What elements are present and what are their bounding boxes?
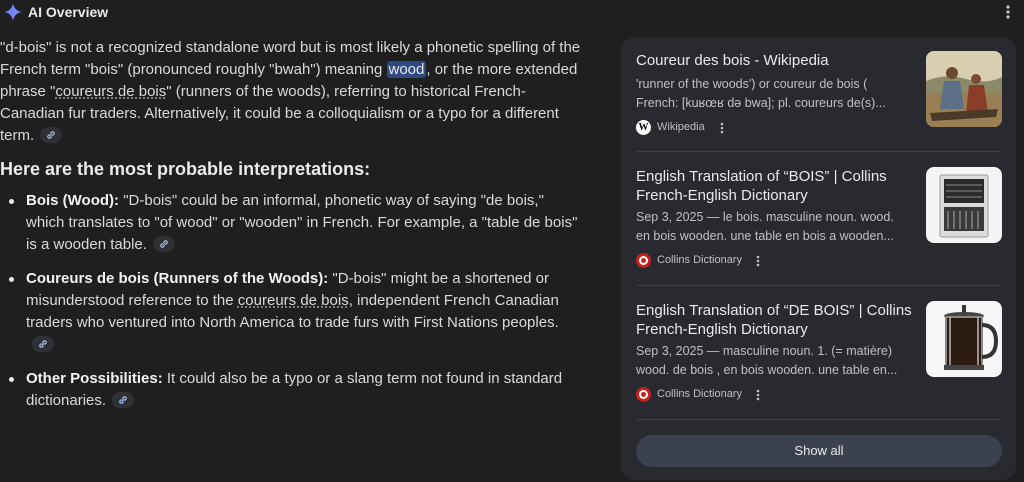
divider bbox=[636, 151, 1001, 152]
source-card-wikipedia[interactable]: Coureur des bois - Wikipedia 'runner of … bbox=[636, 51, 1002, 149]
collins-favicon-icon bbox=[636, 387, 651, 402]
coureurs-de-bois-link[interactable]: coureurs de bois bbox=[55, 83, 166, 100]
bullet bbox=[9, 277, 14, 282]
wikipedia-favicon-icon: W bbox=[636, 120, 651, 135]
source-site: Collins Dictionary bbox=[636, 253, 776, 269]
sparkle-icon bbox=[4, 3, 22, 21]
highlighted-term[interactable]: wood bbox=[386, 61, 427, 78]
site-name: Wikipedia bbox=[657, 121, 705, 133]
ai-answer: "d-bois" is not a recognized standalone … bbox=[0, 37, 600, 424]
sources-panel: Coureur des bois - Wikipedia 'runner of … bbox=[621, 37, 1016, 480]
snippet-line: Sep 3, 2025 — le bois. masculine noun. w… bbox=[636, 210, 894, 224]
item-heading: Bois (Wood): bbox=[26, 192, 120, 209]
list-item: Other Possibilities: It could also be a … bbox=[0, 368, 600, 412]
source-site: W Wikipedia bbox=[636, 120, 756, 136]
link-icon bbox=[47, 131, 55, 139]
snippet-line: 'runner of the woods') or coureur de boi… bbox=[636, 77, 868, 91]
snippet-line: wood. de bois , en bois wooden. une tabl… bbox=[636, 363, 898, 377]
source-site: Collins Dictionary bbox=[636, 387, 776, 403]
source-title[interactable]: English Translation of “DE BOIS” | Colli… bbox=[636, 301, 916, 339]
item-heading: Other Possibilities: bbox=[26, 370, 163, 387]
coureurs-de-bois-link[interactable]: coureurs de bois bbox=[238, 292, 349, 309]
source-snippet: Sep 3, 2025 — le bois. masculine noun. w… bbox=[636, 208, 916, 246]
site-name: Collins Dictionary bbox=[657, 254, 742, 266]
more-vert-icon[interactable] bbox=[1000, 3, 1016, 21]
source-snippet: Sep 3, 2025 — masculine noun. 1. (= mati… bbox=[636, 342, 916, 380]
dish-rack-thumbnail[interactable] bbox=[926, 167, 1002, 243]
snippet-line: en bois wooden. une table en bois a wood… bbox=[636, 229, 894, 243]
source-title[interactable]: Coureur des bois - Wikipedia bbox=[636, 51, 916, 70]
bullet bbox=[9, 377, 14, 382]
ai-overview-title: AI Overview bbox=[28, 4, 109, 20]
french-press-thumbnail[interactable] bbox=[926, 301, 1002, 377]
divider bbox=[636, 285, 1001, 286]
source-link-chip[interactable] bbox=[40, 127, 63, 144]
snippet-line: French: [kuʁœʁ də bwa]; pl. coureurs de(… bbox=[636, 96, 886, 110]
divider bbox=[636, 419, 1001, 420]
collins-favicon-icon bbox=[636, 253, 651, 268]
snippet-line: Sep 3, 2025 — masculine noun. 1. (= mati… bbox=[636, 344, 893, 358]
item-heading: Coureurs de bois (Runners of the Woods): bbox=[26, 270, 329, 287]
site-name: Collins Dictionary bbox=[657, 388, 742, 400]
source-link-chip[interactable] bbox=[152, 236, 175, 253]
source-link-chip[interactable] bbox=[112, 392, 135, 409]
interpretations-list: Bois (Wood): "D-bois" could be an inform… bbox=[0, 190, 600, 412]
link-icon bbox=[39, 340, 47, 348]
source-title[interactable]: English Translation of “BOIS” | Collins … bbox=[636, 167, 916, 205]
link-icon bbox=[119, 396, 127, 404]
source-snippet: 'runner of the woods') or coureur de boi… bbox=[636, 75, 916, 113]
list-item: Coureurs de bois (Runners of the Woods):… bbox=[0, 268, 600, 356]
interpretations-heading: Here are the most probable interpretatio… bbox=[0, 159, 371, 179]
intro-paragraph: "d-bois" is not a recognized standalone … bbox=[0, 37, 600, 147]
voyageurs-painting-thumbnail[interactable] bbox=[926, 51, 1002, 127]
bullet bbox=[9, 199, 14, 204]
list-item: Bois (Wood): "D-bois" could be an inform… bbox=[0, 190, 600, 256]
source-link-chip[interactable] bbox=[32, 336, 54, 353]
link-icon bbox=[160, 240, 168, 248]
more-vert-icon[interactable] bbox=[754, 387, 762, 403]
more-vert-icon[interactable] bbox=[754, 253, 762, 269]
ai-overview-header: AI Overview bbox=[0, 0, 1024, 24]
more-vert-icon[interactable] bbox=[718, 120, 726, 136]
show-all-button[interactable]: Show all bbox=[636, 435, 1002, 467]
source-card-collins-bois[interactable]: English Translation of “BOIS” | Collins … bbox=[636, 167, 1002, 277]
source-card-collins-de-bois[interactable]: English Translation of “DE BOIS” | Colli… bbox=[636, 301, 1002, 411]
